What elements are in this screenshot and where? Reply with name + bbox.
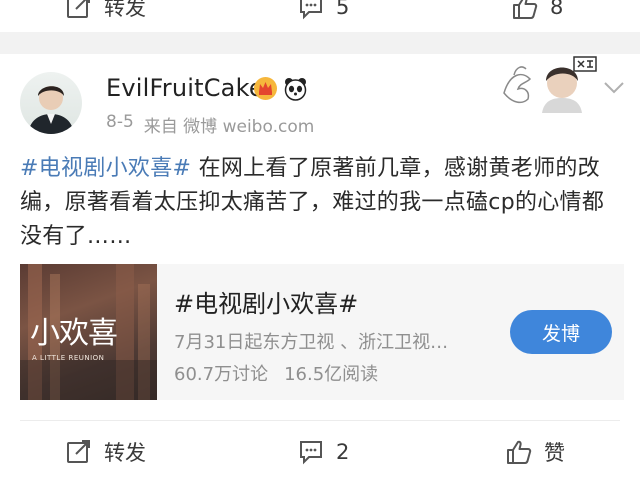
topic-title: #电视剧小欢喜# xyxy=(174,290,359,318)
comment-count: 2 xyxy=(336,440,350,464)
comment-icon xyxy=(298,439,324,465)
comment-icon xyxy=(298,0,324,20)
post-meta: 8-5 来自 微博 weibo.com xyxy=(106,112,314,137)
like-count: 8 xyxy=(550,0,564,19)
topic-thumbnail: 小欢喜 A LITTLE REUNION xyxy=(20,264,157,400)
thumbs-up-icon xyxy=(512,0,538,20)
panda-badge-icon[interactable] xyxy=(283,76,308,101)
thumbnail-subtitle: A LITTLE REUNION xyxy=(32,354,105,362)
username[interactable]: EvilFruitCake xyxy=(106,74,264,102)
topic-subtitle: 7月31日起东方卫视 、浙江卫视… xyxy=(174,332,449,353)
repost-button[interactable]: 转发 xyxy=(66,427,146,477)
post-topic-button[interactable]: 发博 xyxy=(510,310,612,354)
topic-discussions: 60.7万讨论 xyxy=(174,364,269,385)
post-separator xyxy=(0,32,640,54)
repost-label: 转发 xyxy=(104,0,146,20)
post-action-bar: 转发 2 赞 xyxy=(0,427,640,477)
divider xyxy=(20,420,620,421)
topic-reads: 16.5亿阅读 xyxy=(284,364,379,385)
repost-label: 转发 xyxy=(104,441,146,465)
comment-button[interactable]: 5 xyxy=(298,0,349,32)
post-date: 8-5 xyxy=(106,112,134,132)
card-decoration xyxy=(500,53,600,113)
comment-button[interactable]: 2 xyxy=(298,427,349,477)
avatar[interactable] xyxy=(20,72,82,134)
chevron-down-icon[interactable] xyxy=(603,80,625,99)
comment-count: 5 xyxy=(336,0,350,19)
thumbnail-title: 小欢喜 xyxy=(30,316,118,351)
post-text: #电视剧小欢喜# 在网上看了原著前几章，感谢黄老师的改编，原著看着太压抑太痛苦了… xyxy=(20,152,620,254)
crown-badge-icon[interactable] xyxy=(253,76,278,101)
topic-stats: 60.7万讨论 16.5亿阅读 xyxy=(174,360,378,386)
topic-link[interactable]: #电视剧小欢喜# xyxy=(20,156,191,181)
post-source: 来自 微博 weibo.com xyxy=(143,117,315,137)
like-button[interactable]: 8 xyxy=(512,0,563,32)
like-button[interactable]: 赞 xyxy=(506,427,565,477)
previous-post-action-bar: 转发 5 8 xyxy=(0,0,640,32)
repost-button[interactable]: 转发 xyxy=(66,0,146,32)
repost-icon xyxy=(66,0,92,20)
topic-card[interactable]: 小欢喜 A LITTLE REUNION #电视剧小欢喜# 7月31日起东方卫视… xyxy=(20,264,624,400)
like-label: 赞 xyxy=(544,441,565,465)
thumbs-up-icon xyxy=(506,439,532,465)
repost-icon xyxy=(66,439,92,465)
